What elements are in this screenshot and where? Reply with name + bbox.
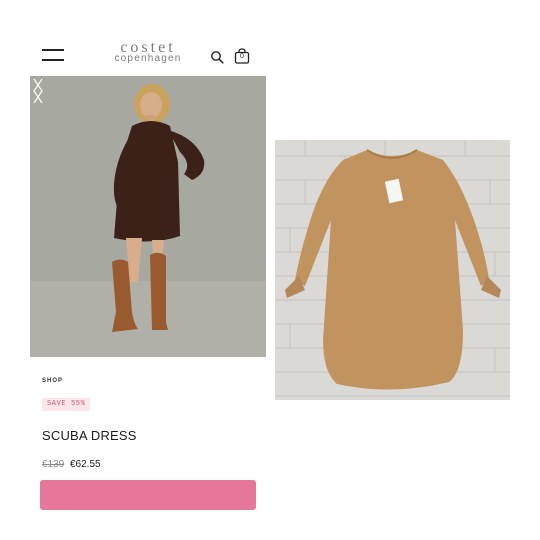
cart-count: 0 — [240, 53, 244, 60]
model-photo — [30, 76, 266, 357]
add-to-cart-button[interactable] — [40, 480, 256, 510]
sale-badge: SAVE 55% — [42, 398, 91, 411]
logo-wordmark: costet — [120, 41, 176, 53]
flatlay-product-photo — [275, 140, 510, 400]
menu-icon[interactable] — [42, 49, 64, 61]
product-page-screenshot: costet copenhagen 0 SHOP SAVE 55% SCUBA … — [30, 30, 268, 540]
dress-photo — [275, 140, 510, 400]
original-price: €139 — [42, 459, 65, 470]
product-title: SCUBA DRESS — [42, 428, 137, 443]
bag-icon[interactable]: 0 — [234, 48, 250, 64]
sale-price: €62.55 — [70, 459, 101, 470]
chevron-right-icon[interactable] — [30, 76, 46, 106]
search-icon[interactable] — [210, 50, 224, 64]
logo-subtitle: copenhagen — [114, 53, 182, 64]
product-image-gallery[interactable] — [30, 76, 266, 357]
avito-logo-icon — [434, 505, 457, 528]
category-label[interactable]: SHOP — [42, 378, 63, 384]
avito-wordmark: Avito — [462, 501, 517, 527]
avito-watermark: Avito — [432, 497, 532, 533]
site-header: costet copenhagen 0 — [30, 30, 268, 74]
brand-logo[interactable]: costet copenhagen — [90, 41, 206, 64]
